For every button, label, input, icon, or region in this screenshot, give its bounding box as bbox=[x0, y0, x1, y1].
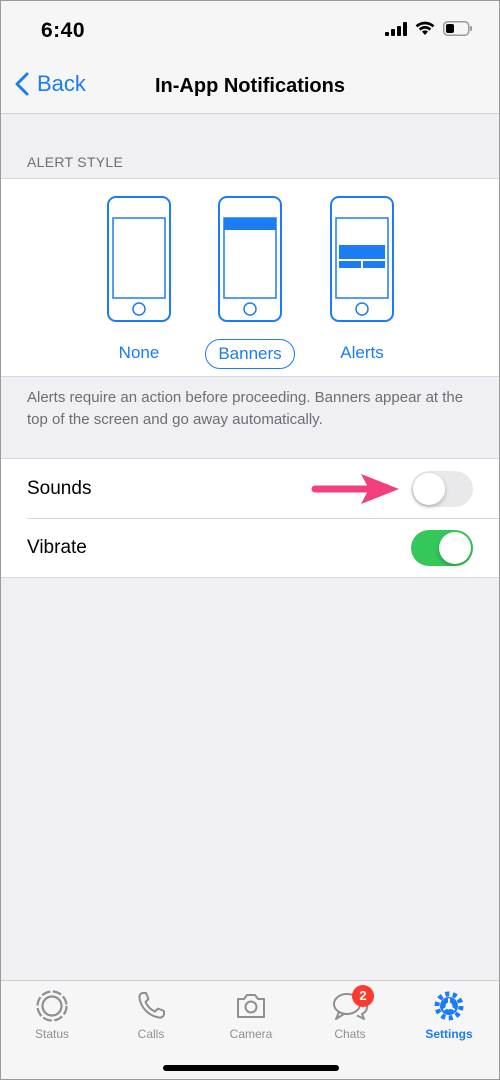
tab-status-label: Status bbox=[34, 1027, 70, 1041]
phone-banners-icon bbox=[218, 196, 282, 322]
vibrate-row: Vibrate bbox=[1, 518, 499, 577]
tab-chats[interactable]: 2 Chats bbox=[310, 985, 390, 1041]
alert-style-panel: None Banners Alerts bbox=[1, 178, 499, 377]
status-time: 6:40 bbox=[41, 19, 86, 42]
phone-icon bbox=[138, 992, 165, 1019]
tab-camera[interactable]: Camera bbox=[211, 989, 291, 1041]
status-icon bbox=[36, 990, 68, 1022]
alert-style-header: ALERT STYLE bbox=[27, 154, 124, 170]
tab-camera-label: Camera bbox=[229, 1027, 273, 1041]
alert-style-none[interactable]: None bbox=[79, 196, 199, 367]
toggle-knob bbox=[413, 472, 445, 505]
wifi-icon bbox=[415, 21, 435, 35]
phone-none-icon bbox=[107, 196, 171, 322]
status-bar: 6:40 bbox=[1, 1, 499, 61]
alert-style-banners[interactable]: Banners bbox=[190, 196, 310, 369]
page-title: In-App Notifications bbox=[155, 75, 345, 97]
phone-alerts-icon bbox=[330, 196, 394, 322]
sounds-row: Sounds bbox=[1, 459, 499, 518]
tab-status[interactable]: Status bbox=[12, 989, 92, 1041]
tab-settings-label: Settings bbox=[425, 1027, 473, 1041]
tab-chats-label: Chats bbox=[334, 1027, 366, 1041]
alert-style-none-label: None bbox=[118, 343, 160, 362]
tab-calls[interactable]: Calls bbox=[111, 989, 191, 1041]
battery-icon bbox=[443, 21, 472, 36]
status-icons bbox=[385, 21, 473, 36]
navigation-bar: Back In-App Notifications bbox=[1, 61, 499, 114]
sounds-label: Sounds bbox=[27, 477, 92, 499]
signal-icon bbox=[385, 21, 407, 36]
vibrate-label: Vibrate bbox=[27, 536, 87, 558]
alert-style-alerts[interactable]: Alerts bbox=[302, 196, 422, 367]
settings-list: Sounds Vibrate bbox=[1, 458, 499, 578]
alert-style-alerts-label: Alerts bbox=[340, 343, 384, 362]
alert-style-banners-label: Banners bbox=[205, 339, 295, 369]
toggle-knob bbox=[439, 531, 471, 564]
sounds-toggle[interactable] bbox=[411, 470, 473, 507]
chats-badge: 2 bbox=[352, 985, 374, 1007]
home-indicator bbox=[163, 1065, 339, 1071]
tab-settings[interactable]: Settings bbox=[409, 989, 489, 1041]
pointer-arrow-icon bbox=[311, 474, 399, 504]
camera-icon bbox=[237, 994, 265, 1018]
gear-icon bbox=[434, 991, 464, 1021]
vibrate-toggle[interactable] bbox=[411, 529, 473, 566]
alert-style-description: Alerts require an action before proceedi… bbox=[27, 389, 464, 428]
app-screen: 6:40 Back In-App Notifications ALERT STY… bbox=[0, 0, 500, 1080]
tab-calls-label: Calls bbox=[137, 1027, 165, 1041]
